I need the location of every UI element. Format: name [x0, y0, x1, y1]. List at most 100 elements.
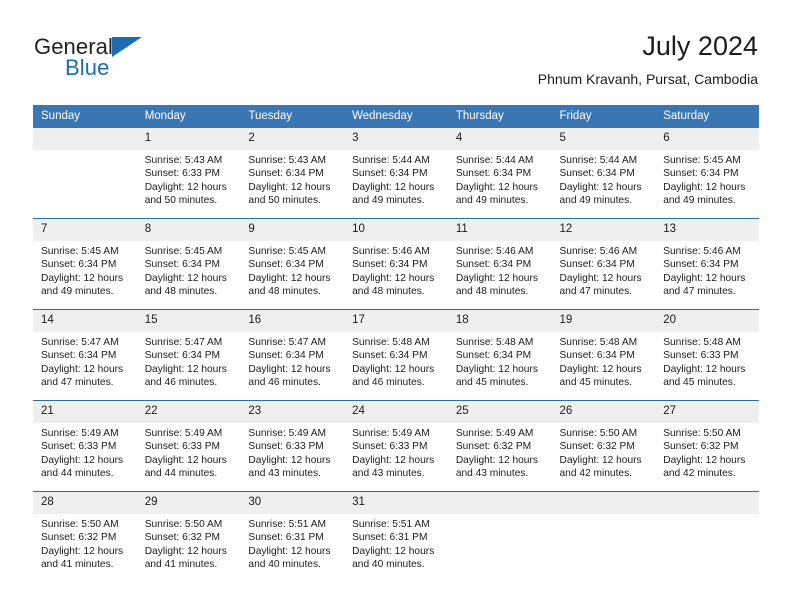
daylight-text: Daylight: 12 hours and 44 minutes. [41, 454, 124, 479]
day-info: Sunrise: 5:44 AM Sunset: 6:34 PM Daylight:… [448, 150, 552, 207]
sunrise-text: Sunrise: 5:44 AM [455, 155, 534, 166]
sunset-text: Sunset: 6:34 PM [455, 168, 532, 180]
logo-text-blue: Blue [65, 55, 110, 80]
day-number: 10 [344, 219, 448, 241]
page-title: July 2024 [642, 31, 758, 61]
page-subtitle: Phnum Kravanh, Pursat, Cambodia [537, 71, 758, 87]
day-number: 22 [136, 401, 241, 423]
calendar-body: 1 Sunrise: 5:43 AM Sunset: 6:33 PM Daylight… [33, 128, 759, 582]
calendar-day-cell[interactable]: 1 Sunrise: 5:43 AM Sunset: 6:33 PM Daylight… [136, 128, 241, 219]
calendar-week-row: 1 Sunrise: 5:43 AM Sunset: 6:33 PM Daylight… [33, 128, 759, 219]
calendar-day-cell[interactable]: 4 Sunrise: 5:44 AM Sunset: 6:34 PM Daylight… [447, 128, 552, 219]
sunset-text: Sunset: 6:34 PM [455, 259, 532, 271]
calendar-day-cell[interactable]: 13 Sunrise: 5:46 AM Sunset: 6:34 PM Dayligh… [655, 218, 759, 310]
calendar-week-row: 14 Sunrise: 5:47 AM Sunset: 6:34 PM Dayligh… [33, 309, 759, 401]
sunset-text: Sunset: 6:33 PM [248, 441, 324, 453]
daylight-text: Daylight: 12 hours and 43 minutes. [352, 454, 435, 479]
day-info: Sunrise: 5:49 AM Sunset: 6:32 PM Daylight:… [448, 423, 552, 480]
sunrise-text: Sunrise: 5:44 AM [352, 155, 430, 166]
calendar-day-cell[interactable]: 27 Sunrise: 5:50 AM Sunset: 6:32 PM Dayligh… [655, 400, 759, 492]
calendar-page: General Blue July 2024 Phnum Kravanh, Pu… [0, 0, 792, 612]
sunset-text: Sunset: 6:34 PM [352, 350, 428, 362]
daylight-text: Daylight: 12 hours and 43 minutes. [248, 454, 331, 479]
day-info: Sunrise: 5:46 AM Sunset: 6:34 PM Daylight:… [655, 241, 759, 298]
day-info: Sunrise: 5:51 AM Sunset: 6:31 PM Daylight:… [240, 514, 344, 571]
sunset-text: Sunset: 6:34 PM [248, 168, 324, 180]
calendar-day-cell[interactable]: 31 Sunrise: 5:51 AM Sunset: 6:31 PM Dayligh… [344, 491, 448, 582]
daylight-text: Daylight: 12 hours and 42 minutes. [663, 454, 746, 479]
day-info: Sunrise: 5:45 AM Sunset: 6:34 PM Daylight:… [655, 150, 759, 207]
sunset-text: Sunset: 6:32 PM [663, 441, 739, 453]
calendar-day-cell[interactable]: 12 Sunrise: 5:46 AM Sunset: 6:34 PM Dayligh… [551, 218, 656, 310]
weekday-header-sunday: Sunday [33, 105, 137, 128]
calendar-day-cell[interactable]: 2 Sunrise: 5:43 AM Sunset: 6:34 PM Daylight… [240, 128, 345, 219]
calendar-day-cell[interactable]: 26 Sunrise: 5:50 AM Sunset: 6:32 PM Dayligh… [551, 400, 656, 492]
day-number [551, 492, 656, 514]
sunset-text: Sunset: 6:33 PM [144, 441, 221, 453]
day-info: Sunrise: 5:48 AM Sunset: 6:34 PM Daylight:… [552, 332, 656, 389]
daylight-text: Daylight: 12 hours and 48 minutes. [144, 272, 227, 297]
calendar-day-cell[interactable]: 28 Sunrise: 5:50 AM Sunset: 6:32 PM Dayligh… [33, 491, 137, 582]
day-info: Sunrise: 5:50 AM Sunset: 6:32 PM Daylight:… [655, 423, 759, 480]
sunrise-text: Sunrise: 5:50 AM [663, 428, 741, 439]
calendar-week-row: 7 Sunrise: 5:45 AM Sunset: 6:34 PM Daylight… [33, 218, 759, 310]
sunset-text: Sunset: 6:34 PM [248, 350, 324, 362]
calendar-day-cell[interactable]: 24 Sunrise: 5:49 AM Sunset: 6:33 PM Dayligh… [344, 400, 448, 492]
weekday-header-monday: Monday [136, 105, 241, 128]
calendar-day-cell[interactable]: 7 Sunrise: 5:45 AM Sunset: 6:34 PM Daylight… [33, 218, 137, 310]
day-info: Sunrise: 5:48 AM Sunset: 6:34 PM Daylight:… [344, 332, 448, 389]
calendar-day-cell[interactable]: 5 Sunrise: 5:44 AM Sunset: 6:34 PM Daylight… [551, 128, 656, 219]
calendar-day-cell[interactable]: 21 Sunrise: 5:49 AM Sunset: 6:33 PM Dayligh… [33, 400, 137, 492]
weekday-header-thursday: Thursday [447, 105, 552, 128]
sunrise-text: Sunrise: 5:45 AM [144, 246, 223, 257]
calendar-day-cell[interactable]: 22 Sunrise: 5:49 AM Sunset: 6:33 PM Dayligh… [136, 400, 241, 492]
calendar-day-cell[interactable]: 25 Sunrise: 5:49 AM Sunset: 6:32 PM Dayligh… [447, 400, 552, 492]
calendar-day-cell[interactable]: 20 Sunrise: 5:48 AM Sunset: 6:33 PM Dayligh… [655, 309, 759, 401]
calendar-day-cell[interactable]: 30 Sunrise: 5:51 AM Sunset: 6:31 PM Dayligh… [240, 491, 345, 582]
day-info: Sunrise: 5:48 AM Sunset: 6:33 PM Daylight:… [655, 332, 759, 389]
calendar-day-cell[interactable]: 11 Sunrise: 5:46 AM Sunset: 6:34 PM Dayligh… [447, 218, 552, 310]
calendar-day-cell[interactable]: 23 Sunrise: 5:49 AM Sunset: 6:33 PM Dayligh… [240, 400, 345, 492]
calendar-day-cell[interactable]: 6 Sunrise: 5:45 AM Sunset: 6:34 PM Daylight… [655, 128, 759, 219]
day-info: Sunrise: 5:47 AM Sunset: 6:34 PM Daylight:… [33, 332, 137, 389]
calendar-day-cell[interactable]: 10 Sunrise: 5:46 AM Sunset: 6:34 PM Dayligh… [344, 218, 448, 310]
generalblue-logo[interactable]: General Blue [34, 34, 244, 92]
calendar-day-cell[interactable]: 3 Sunrise: 5:44 AM Sunset: 6:34 PM Daylight… [344, 128, 448, 219]
calendar-day-cell[interactable]: 17 Sunrise: 5:48 AM Sunset: 6:34 PM Dayligh… [344, 309, 448, 401]
daylight-text: Daylight: 12 hours and 48 minutes. [248, 272, 331, 297]
sunset-text: Sunset: 6:33 PM [352, 441, 428, 453]
daylight-text: Daylight: 12 hours and 49 minutes. [663, 181, 746, 206]
page-header: General Blue July 2024 Phnum Kravanh, Pu… [34, 30, 758, 96]
sunset-text: Sunset: 6:34 PM [352, 168, 428, 180]
sunrise-text: Sunrise: 5:44 AM [559, 155, 638, 166]
sunrise-text: Sunrise: 5:50 AM [559, 428, 638, 439]
calendar-day-cell[interactable]: 18 Sunrise: 5:48 AM Sunset: 6:34 PM Dayligh… [447, 309, 552, 401]
calendar-day-cell[interactable]: 8 Sunrise: 5:45 AM Sunset: 6:34 PM Daylight… [136, 218, 241, 310]
day-info: Sunrise: 5:45 AM Sunset: 6:34 PM Daylight:… [137, 241, 241, 298]
day-number: 25 [447, 401, 552, 423]
daylight-text: Daylight: 12 hours and 50 minutes. [144, 181, 227, 206]
day-number: 15 [136, 310, 241, 332]
sunrise-text: Sunrise: 5:46 AM [352, 246, 430, 257]
sunset-text: Sunset: 6:34 PM [41, 350, 117, 362]
day-number: 1 [136, 128, 241, 150]
calendar-day-cell-empty [551, 491, 656, 582]
sunset-text: Sunset: 6:34 PM [663, 259, 739, 271]
day-number: 14 [33, 310, 137, 332]
calendar-day-cell[interactable]: 19 Sunrise: 5:48 AM Sunset: 6:34 PM Dayligh… [551, 309, 656, 401]
day-info: Sunrise: 5:48 AM Sunset: 6:34 PM Daylight:… [448, 332, 552, 389]
sunset-text: Sunset: 6:32 PM [41, 532, 117, 544]
calendar-day-cell[interactable]: 15 Sunrise: 5:47 AM Sunset: 6:34 PM Dayligh… [136, 309, 241, 401]
day-number: 18 [447, 310, 552, 332]
daylight-text: Daylight: 12 hours and 49 minutes. [352, 181, 435, 206]
day-info: Sunrise: 5:51 AM Sunset: 6:31 PM Daylight:… [344, 514, 448, 571]
day-info: Sunrise: 5:44 AM Sunset: 6:34 PM Daylight:… [552, 150, 656, 207]
daylight-text: Daylight: 12 hours and 47 minutes. [41, 363, 124, 388]
calendar-day-cell[interactable]: 9 Sunrise: 5:45 AM Sunset: 6:34 PM Daylight… [240, 218, 345, 310]
daylight-text: Daylight: 12 hours and 45 minutes. [663, 363, 746, 388]
calendar-day-cell[interactable]: 16 Sunrise: 5:47 AM Sunset: 6:34 PM Dayligh… [240, 309, 345, 401]
day-number: 27 [655, 401, 759, 423]
daylight-text: Daylight: 12 hours and 40 minutes. [352, 545, 435, 570]
calendar-day-cell[interactable]: 29 Sunrise: 5:50 AM Sunset: 6:32 PM Dayligh… [136, 491, 241, 582]
calendar-day-cell[interactable]: 14 Sunrise: 5:47 AM Sunset: 6:34 PM Dayligh… [33, 309, 137, 401]
